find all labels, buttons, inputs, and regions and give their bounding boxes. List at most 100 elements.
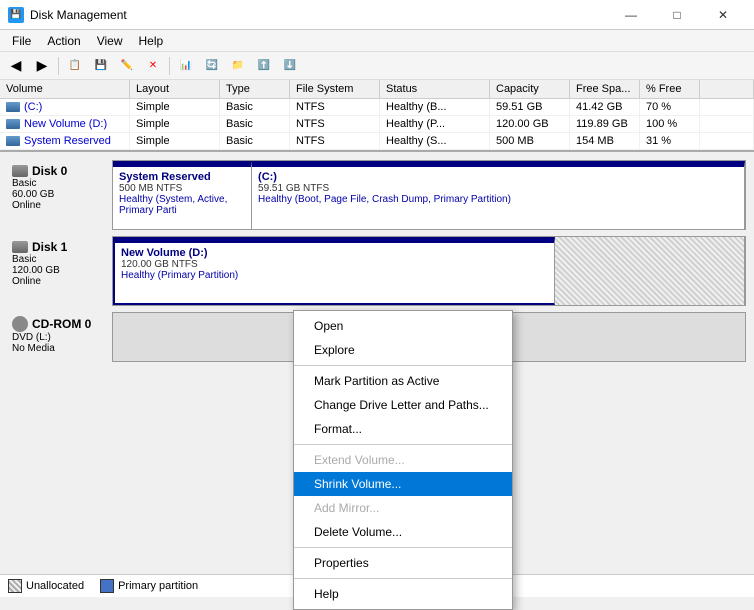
disk-0-status: Online [12, 200, 104, 211]
toolbar-btn-6[interactable]: 🔄 [200, 55, 224, 77]
window-controls: — □ ✕ [608, 0, 746, 30]
menu-action[interactable]: Action [39, 32, 88, 50]
toolbar-btn-5[interactable]: 📊 [174, 55, 198, 77]
menu-file[interactable]: File [4, 32, 39, 50]
disk-0-name: Disk 0 [32, 164, 67, 178]
context-menu-item[interactable]: Explore [294, 338, 512, 362]
disk-1-icon [12, 241, 28, 253]
legend-unalloc-box [8, 579, 22, 593]
toolbar-back[interactable]: ◀ [4, 55, 28, 77]
disk-0-type: Basic [12, 178, 104, 189]
partition-status: Healthy (Primary Partition) [121, 270, 548, 281]
td-free-d: 119.89 GB [570, 116, 640, 132]
partition-d[interactable]: New Volume (D:) 120.00 GB NTFS Healthy (… [113, 237, 555, 305]
partition-status: Healthy (Boot, Page File, Crash Dump, Pr… [258, 194, 738, 205]
table-row[interactable]: System Reserved Simple Basic NTFS Health… [0, 133, 754, 150]
th-freespace[interactable]: Free Spa... [570, 80, 640, 98]
cdrom-name: CD-ROM 0 [32, 317, 91, 331]
window-title: Disk Management [30, 8, 127, 22]
menu-bar: File Action View Help [0, 30, 754, 52]
td-volume-c: (C:) [0, 99, 130, 115]
context-menu-item[interactable]: Open [294, 314, 512, 338]
th-type[interactable]: Type [220, 80, 290, 98]
td-type-c: Basic [220, 99, 290, 115]
toolbar-sep-2 [169, 57, 170, 75]
context-menu-item: Add Mirror... [294, 496, 512, 520]
cdrom-label: CD-ROM 0 DVD (L:) No Media [8, 312, 108, 362]
context-menu-item[interactable]: Change Drive Letter and Paths... [294, 393, 512, 417]
legend-unalloc-label: Unallocated [26, 580, 84, 592]
td-status-sr: Healthy (S... [380, 133, 490, 149]
td-extra-sr [700, 133, 754, 149]
context-menu-item[interactable]: Format... [294, 417, 512, 441]
td-capacity-c: 59.51 GB [490, 99, 570, 115]
partition-status: Healthy (System, Active, Primary Parti [119, 194, 245, 216]
volume-table: Volume Layout Type File System Status Ca… [0, 80, 754, 152]
context-menu-item[interactable]: Shrink Volume... [294, 472, 512, 496]
td-layout-d: Simple [130, 116, 220, 132]
minimize-button[interactable]: — [608, 0, 654, 30]
disk-0-icon [12, 165, 28, 177]
td-capacity-sr: 500 MB [490, 133, 570, 149]
th-percentfree[interactable]: % Free [640, 80, 700, 98]
context-menu-item[interactable]: Properties [294, 551, 512, 575]
th-layout[interactable]: Layout [130, 80, 220, 98]
toolbar-forward[interactable]: ▶ [30, 55, 54, 77]
toolbar-btn-7[interactable]: 📁 [226, 55, 250, 77]
maximize-button[interactable]: □ [654, 0, 700, 30]
table-row[interactable]: (C:) Simple Basic NTFS Healthy (B... 59.… [0, 99, 754, 116]
legend-primary-box [100, 579, 114, 593]
context-menu-item[interactable]: Mark Partition as Active [294, 369, 512, 393]
td-status-c: Healthy (B... [380, 99, 490, 115]
disk-0-partitions: System Reserved 500 MB NTFS Healthy (Sys… [112, 160, 746, 230]
disk-0-label: Disk 0 Basic 60.00 GB Online [8, 160, 108, 230]
menu-help[interactable]: Help [131, 32, 172, 50]
partition-sub: 500 MB NTFS [119, 183, 245, 194]
cdrom-type: DVD (L:) [12, 332, 104, 343]
td-fs-d: NTFS [290, 116, 380, 132]
td-volume-sr: System Reserved [0, 133, 130, 149]
th-status[interactable]: Status [380, 80, 490, 98]
td-type-sr: Basic [220, 133, 290, 149]
close-button[interactable]: ✕ [700, 0, 746, 30]
toolbar-sep-1 [58, 57, 59, 75]
td-free-c: 41.42 GB [570, 99, 640, 115]
td-free-sr: 154 MB [570, 133, 640, 149]
toolbar-btn-3[interactable]: ✏️ [115, 55, 139, 77]
legend-primary: Primary partition [100, 579, 198, 593]
table-header: Volume Layout Type File System Status Ca… [0, 80, 754, 99]
th-capacity[interactable]: Capacity [490, 80, 570, 98]
toolbar-btn-2[interactable]: 💾 [89, 55, 113, 77]
context-menu[interactable]: OpenExplore Mark Partition as ActiveChang… [293, 310, 513, 610]
partition-sub: 120.00 GB NTFS [121, 259, 548, 270]
partition-sys-reserved[interactable]: System Reserved 500 MB NTFS Healthy (Sys… [113, 161, 252, 229]
td-fs-c: NTFS [290, 99, 380, 115]
menu-view[interactable]: View [89, 32, 131, 50]
th-volume[interactable]: Volume [0, 80, 130, 98]
partition-c[interactable]: (C:) 59.51 GB NTFS Healthy (Boot, Page F… [252, 161, 745, 229]
table-row[interactable]: New Volume (D:) Simple Basic NTFS Health… [0, 116, 754, 133]
toolbar-btn-4[interactable]: ✕ [141, 55, 165, 77]
td-extra-d [700, 116, 754, 132]
disk-1-row: Disk 1 Basic 120.00 GB Online New Volume… [8, 236, 746, 306]
th-fs[interactable]: File System [290, 80, 380, 98]
context-menu-separator [294, 444, 512, 445]
partition-title: (C:) [258, 171, 738, 183]
toolbar-btn-1[interactable]: 📋 [63, 55, 87, 77]
context-menu-item: Extend Volume... [294, 448, 512, 472]
context-menu-item[interactable]: Delete Volume... [294, 520, 512, 544]
context-menu-item[interactable]: Help [294, 582, 512, 606]
disk-icon [6, 119, 20, 129]
partition-sub: 59.51 GB NTFS [258, 183, 738, 194]
disk-1-status: Online [12, 276, 104, 287]
toolbar-btn-8[interactable]: ⬆️ [252, 55, 276, 77]
disk-1-type: Basic [12, 254, 104, 265]
disk-1-label: Disk 1 Basic 120.00 GB Online [8, 236, 108, 306]
td-capacity-d: 120.00 GB [490, 116, 570, 132]
disk-1-partitions: New Volume (D:) 120.00 GB NTFS Healthy (… [112, 236, 746, 306]
context-menu-separator [294, 365, 512, 366]
toolbar-btn-9[interactable]: ⬇️ [278, 55, 302, 77]
partition-unallocated[interactable] [555, 237, 745, 305]
td-volume-d: New Volume (D:) [0, 116, 130, 132]
cdrom-status: No Media [12, 343, 104, 354]
